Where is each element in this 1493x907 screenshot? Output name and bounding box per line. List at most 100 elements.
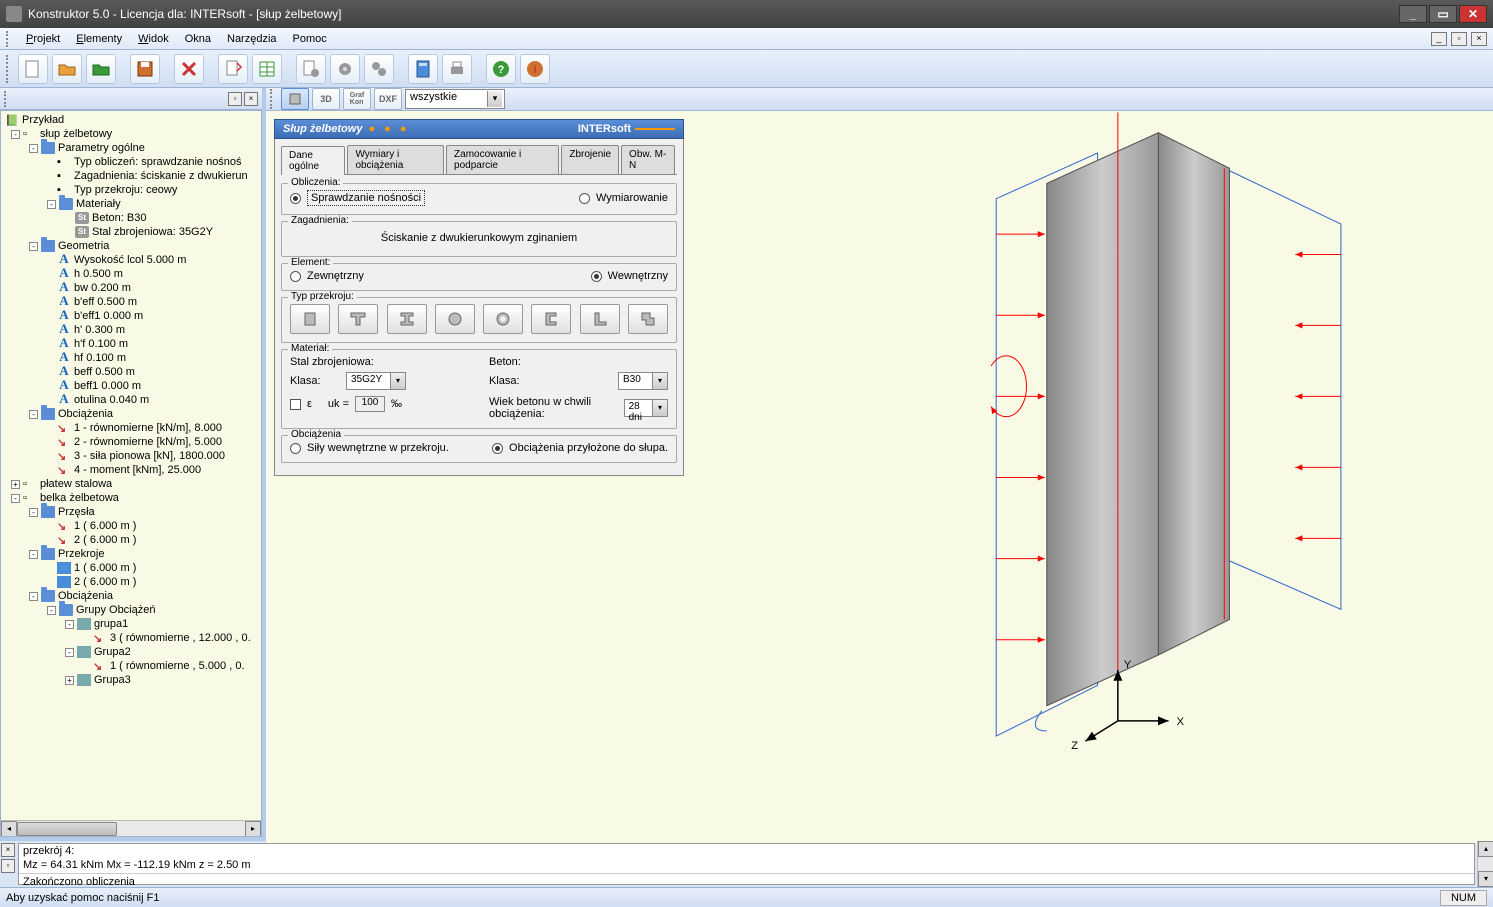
scroll-right-button[interactable]: ▸ [245,821,261,837]
3d-viewport[interactable]: X Y Z [692,111,1493,844]
tree-item[interactable]: 1 ( 6.000 m ) [74,562,136,574]
view-3d-button[interactable]: 3D [312,88,340,110]
gears-button[interactable] [364,54,394,84]
radio-sprawdzanie[interactable]: Sprawdzanie nośności [290,190,425,206]
beton-klasa-combo[interactable]: B30 [618,372,668,390]
output-close-button[interactable]: × [1,843,15,857]
tree-item[interactable]: grupa1 [94,618,128,630]
tree-item[interactable]: 2 - równomierne [kN/m], 5.000 [74,436,222,448]
tree-item[interactable]: Zagadnienia: ściskanie z dwukierun [74,170,248,182]
tree-item[interactable]: Grupy Obciążeń [76,604,155,616]
close-button[interactable]: ✕ [1459,5,1487,23]
tab-zamocowanie[interactable]: Zamocowanie i podparcie [446,145,559,174]
gear-button[interactable] [330,54,360,84]
collapse-icon[interactable]: - [29,410,38,419]
tree-item[interactable]: Grupa2 [94,646,131,658]
tree-item[interactable]: belka żelbetowa [40,492,119,504]
mdi-close-button[interactable]: × [1471,32,1487,46]
collapse-icon[interactable]: - [47,200,56,209]
tree-item[interactable]: Typ przekroju: ceowy [74,184,177,196]
panel-close-button[interactable]: × [244,92,258,106]
tree-item[interactable]: Obciążenia [58,590,113,602]
collapse-icon[interactable]: - [47,606,56,615]
menu-widok[interactable]: Widok [130,31,177,47]
radio-zewnetrzny[interactable]: Zewnętrzny [290,270,364,282]
section-z-button[interactable] [628,304,668,334]
tree-item[interactable]: 2 ( 6.000 m ) [74,534,136,546]
tree-item[interactable]: h' 0.300 m [74,324,125,336]
info-button[interactable]: i [520,54,550,84]
new-button[interactable] [18,54,48,84]
menu-projekt[interactable]: Projekt [18,31,68,47]
section-tee-button[interactable] [338,304,378,334]
filter-combo[interactable]: wszystkie [405,89,505,109]
scroll-down-button[interactable]: ▾ [1478,871,1493,887]
collapse-icon[interactable]: - [29,550,38,559]
minimize-button[interactable]: _ [1399,5,1427,23]
section-rect-button[interactable] [290,304,330,334]
mdi-minimize-button[interactable]: _ [1431,32,1447,46]
section-ring-button[interactable] [483,304,523,334]
collapse-icon[interactable]: - [11,494,20,503]
menu-okna[interactable]: Okna [177,31,219,47]
tree-item[interactable]: 1 ( 6.000 m ) [74,520,136,532]
tab-zbrojenie[interactable]: Zbrojenie [561,145,619,174]
wiek-combo[interactable]: 28 dni [624,399,668,417]
tree-item[interactable]: 4 - moment [kNm], 25.000 [74,464,201,476]
tree-item[interactable]: 2 ( 6.000 m ) [74,576,136,588]
view-graf-button[interactable]: GrafKon [343,88,371,110]
collapse-icon[interactable]: - [65,648,74,657]
menu-narzedzia[interactable]: Narzędzia [219,31,285,47]
menu-elementy[interactable]: Elementy [68,31,130,47]
tree-item[interactable]: Typ obliczeń: sprawdzanie nośnoś [74,156,242,168]
panel-pin-button[interactable]: ▫ [228,92,242,106]
section-i-button[interactable] [387,304,427,334]
delete-button[interactable] [174,54,204,84]
view-dxf-button[interactable]: DXF [374,88,402,110]
tree-item[interactable]: b'eff 0.500 m [74,296,137,308]
collapse-icon[interactable]: - [29,242,38,251]
eps-checkbox[interactable] [290,399,301,410]
radio-wymiarowanie[interactable]: Wymiarowanie [579,192,668,204]
radio-obciazenia-slupa[interactable]: Obciążenia przyłożone do słupa. [492,442,668,454]
tree-item[interactable]: Grupa3 [94,674,131,686]
menu-pomoc[interactable]: Pomoc [285,31,335,47]
uk-field[interactable]: 100 [355,396,385,412]
tree-item[interactable]: 1 ( równomierne , 5.000 , 0. [110,660,245,672]
tree-item[interactable]: Materiały [76,198,121,210]
tree-item[interactable]: h 0.500 m [74,268,123,280]
output-log[interactable]: przekrój 4: Mz = 64.31 kNm Mx = -112.19 … [18,843,1475,885]
tree-item[interactable]: Parametry ogólne [58,142,145,154]
section-l-button[interactable] [580,304,620,334]
doc-gear-button[interactable] [296,54,326,84]
tree-item[interactable]: otulina 0.040 m [74,394,149,406]
scroll-left-button[interactable]: ◂ [1,821,17,837]
maximize-button[interactable]: ▭ [1429,5,1457,23]
scroll-thumb[interactable] [17,822,117,836]
save-button[interactable] [130,54,160,84]
radio-sily[interactable]: Siły wewnętrzne w przekroju. [290,442,449,454]
tree-item[interactable]: Beton: B30 [92,212,146,224]
calculator-button[interactable] [408,54,438,84]
tree-item[interactable]: bw 0.200 m [74,282,131,294]
tree-root[interactable]: Przykład [22,114,64,126]
tree-item[interactable]: beff1 0.000 m [74,380,141,392]
tab-obw-mn[interactable]: Obw. M-N [621,145,675,174]
tree-item[interactable]: Stal zbrojeniowa: 35G2Y [92,226,213,238]
section-circle-button[interactable] [435,304,475,334]
collapse-icon[interactable]: - [11,130,20,139]
tree-item[interactable]: Przęsła [58,506,95,518]
print-button[interactable] [442,54,472,84]
tree-item[interactable]: płatew stalowa [40,478,112,490]
tree-item[interactable]: Obciążenia [58,408,113,420]
open-button[interactable] [52,54,82,84]
vertical-scrollbar[interactable]: ▴ ▾ [1477,841,1493,887]
view-iso-button[interactable] [281,88,309,110]
open-folder-button[interactable] [86,54,116,84]
collapse-icon[interactable]: - [29,592,38,601]
doc-export-button[interactable] [218,54,248,84]
tree-item[interactable]: słup żelbetowy [40,128,112,140]
collapse-icon[interactable]: - [29,508,38,517]
mdi-restore-button[interactable]: ▫ [1451,32,1467,46]
tree-item[interactable]: 3 ( równomierne , 12.000 , 0. [110,632,251,644]
